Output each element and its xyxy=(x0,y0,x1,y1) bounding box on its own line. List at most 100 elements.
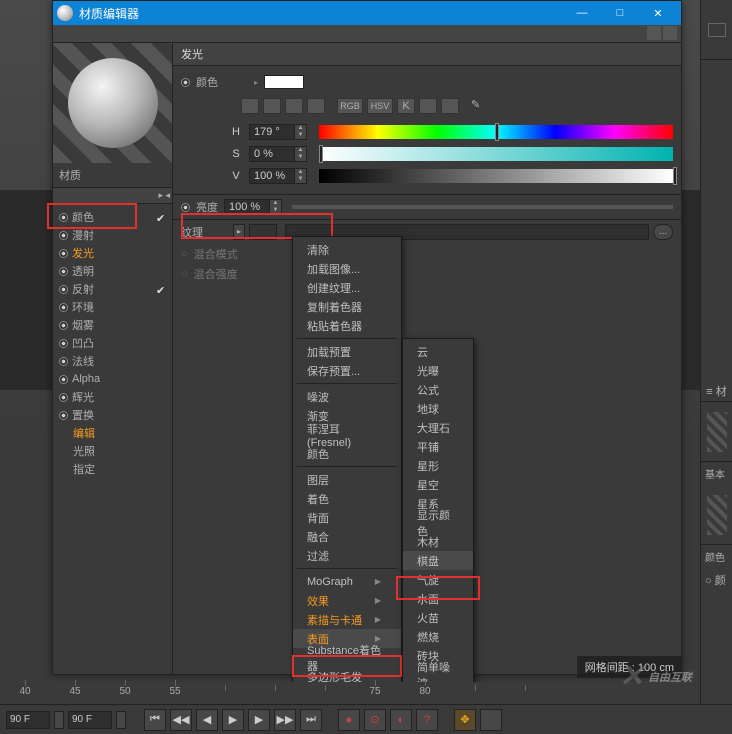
tool-button[interactable] xyxy=(480,709,502,731)
channel-radio[interactable] xyxy=(59,249,68,258)
new-icon[interactable] xyxy=(663,26,677,40)
menu-item[interactable]: 星形 xyxy=(403,456,473,475)
next-key-button[interactable]: ▶▶ xyxy=(274,709,296,731)
menu-item[interactable]: 气旋 xyxy=(403,570,473,589)
channel-radio[interactable] xyxy=(59,231,68,240)
titlebar[interactable]: 材质编辑器 — □ ✕ xyxy=(53,1,681,25)
menu-item[interactable]: 燃烧 xyxy=(403,627,473,646)
menu-item[interactable]: 木材 xyxy=(403,532,473,551)
rgb-button[interactable]: RGB xyxy=(337,98,363,114)
minimize-button[interactable]: — xyxy=(563,1,601,25)
autokey-button[interactable]: ⊙ xyxy=(364,709,386,731)
val-slider[interactable] xyxy=(319,169,673,183)
menu-item[interactable]: 保存预置... xyxy=(293,361,401,380)
menu-item[interactable]: 平铺 xyxy=(403,437,473,456)
menu-item[interactable]: Substance着色器 xyxy=(293,648,401,667)
channel-assign[interactable]: 指定 xyxy=(55,460,170,478)
menu-item[interactable]: 菲涅耳(Fresnel) xyxy=(293,425,401,444)
brightness-input[interactable] xyxy=(224,199,270,215)
texture-browse-button[interactable]: ... xyxy=(653,224,673,240)
channel-radio[interactable] xyxy=(59,411,68,420)
sat-slider[interactable] xyxy=(319,147,673,161)
hue-slider[interactable] xyxy=(319,125,673,139)
menu-item[interactable]: 星空 xyxy=(403,475,473,494)
picker-icon-1[interactable] xyxy=(241,98,259,114)
record-button[interactable]: ● xyxy=(338,709,360,731)
dock-panel-header[interactable]: ≡ 材 xyxy=(706,383,726,399)
maximize-button[interactable]: □ xyxy=(601,1,639,25)
dock-label-basic[interactable]: 基本 xyxy=(701,462,732,485)
channel-radio[interactable] xyxy=(59,339,68,348)
channel-luminance[interactable]: 发光 xyxy=(55,244,170,262)
goto-end-button[interactable]: ⏭ xyxy=(300,709,322,731)
channel-radio[interactable] xyxy=(59,393,68,402)
menu-item[interactable]: 复制着色器 xyxy=(293,297,401,316)
prev-frame-button[interactable]: ◀ xyxy=(196,709,218,731)
s-spinner[interactable]: ▲▼ xyxy=(295,146,307,162)
channel-transparency[interactable]: 透明 xyxy=(55,262,170,280)
key-options-button[interactable]: ◐ xyxy=(390,709,412,731)
channel-radio[interactable] xyxy=(59,321,68,330)
channel-radio[interactable] xyxy=(59,213,68,222)
spinner[interactable] xyxy=(54,711,64,729)
frame-start-input[interactable] xyxy=(6,711,50,729)
channel-diffuse[interactable]: 漫射 xyxy=(55,226,170,244)
menu-item[interactable]: 粘贴着色器 xyxy=(293,316,401,335)
channel-fog[interactable]: 烟雾 xyxy=(55,316,170,334)
close-button[interactable]: ✕ xyxy=(639,1,677,25)
picker-icon-4[interactable] xyxy=(307,98,325,114)
brightness-slider[interactable] xyxy=(292,205,673,209)
channel-environment[interactable]: 环境 xyxy=(55,298,170,316)
menu-item[interactable]: 公式 xyxy=(403,380,473,399)
channel-displacement[interactable]: 置换 xyxy=(55,406,170,424)
menu-item[interactable]: 过滤 xyxy=(293,546,401,565)
channel-alpha[interactable]: Alpha xyxy=(55,370,170,388)
v-spinner[interactable]: ▲▼ xyxy=(295,168,307,184)
menu-item[interactable]: 火苗 xyxy=(403,608,473,627)
picker-icon-3[interactable] xyxy=(285,98,303,114)
channel-illum[interactable]: 光照 xyxy=(55,442,170,460)
v-input[interactable] xyxy=(249,168,295,184)
channel-radio[interactable] xyxy=(59,285,68,294)
h-spinner[interactable]: ▲▼ xyxy=(295,124,307,140)
menu-item[interactable]: 效果▶ xyxy=(293,591,401,610)
brightness-spinner[interactable]: ▲▼ xyxy=(270,199,282,215)
hsv-button[interactable]: HSV xyxy=(367,98,393,114)
texture-context-menu[interactable]: 清除加载图像...创建纹理...复制着色器粘贴着色器加载预置保存预置...噪波渐… xyxy=(292,236,402,690)
menu-item[interactable]: 云 xyxy=(403,342,473,361)
menu-item[interactable]: 背面 xyxy=(293,508,401,527)
dock-icon[interactable] xyxy=(708,23,726,37)
menu-item[interactable]: 大理石 xyxy=(403,418,473,437)
menu-item[interactable]: 创建纹理... xyxy=(293,278,401,297)
eyedropper-icon[interactable]: ✎ xyxy=(471,98,489,114)
color-radio[interactable] xyxy=(181,78,190,87)
channel-radio[interactable] xyxy=(59,267,68,276)
menu-item[interactable]: 素描与卡通▶ xyxy=(293,610,401,629)
material-preview[interactable] xyxy=(53,43,172,163)
menu-item[interactable]: 融合 xyxy=(293,527,401,546)
menu-item[interactable]: 水面 xyxy=(403,589,473,608)
channel-edit[interactable]: 编辑 xyxy=(55,424,170,442)
lock-icon[interactable] xyxy=(647,26,661,40)
frame-end-input[interactable] xyxy=(68,711,112,729)
channel-radio[interactable] xyxy=(59,357,68,366)
channel-glow[interactable]: 辉光 xyxy=(55,388,170,406)
texture-swatch[interactable] xyxy=(249,224,277,240)
s-input[interactable] xyxy=(249,146,295,162)
dock-label-color[interactable]: 颜色 xyxy=(701,545,732,568)
surface-submenu[interactable]: 云光曝公式地球大理石平铺星形星空星系显示颜色木材棋盘气旋水面火苗燃烧砖块简单噪波 xyxy=(402,338,474,688)
menu-item[interactable]: 光曝 xyxy=(403,361,473,380)
menu-item[interactable]: 显示颜色 xyxy=(403,513,473,532)
spacer-row[interactable]: ▸ ◂ xyxy=(53,188,172,204)
menu-item[interactable]: 噪波 xyxy=(293,387,401,406)
menu-item[interactable]: MoGraph▶ xyxy=(293,572,401,591)
h-input[interactable] xyxy=(249,124,295,140)
goto-start-button[interactable]: ⏮ xyxy=(144,709,166,731)
timeline-ruler[interactable]: 404550557580 xyxy=(0,682,700,700)
channel-radio[interactable] xyxy=(59,375,68,384)
channel-reflect[interactable]: 反射✔ xyxy=(55,280,170,298)
channel-radio[interactable] xyxy=(59,303,68,312)
channel-normal[interactable]: 法线 xyxy=(55,352,170,370)
menu-item[interactable]: 图层 xyxy=(293,470,401,489)
menu-item[interactable]: 棋盘 xyxy=(403,551,473,570)
